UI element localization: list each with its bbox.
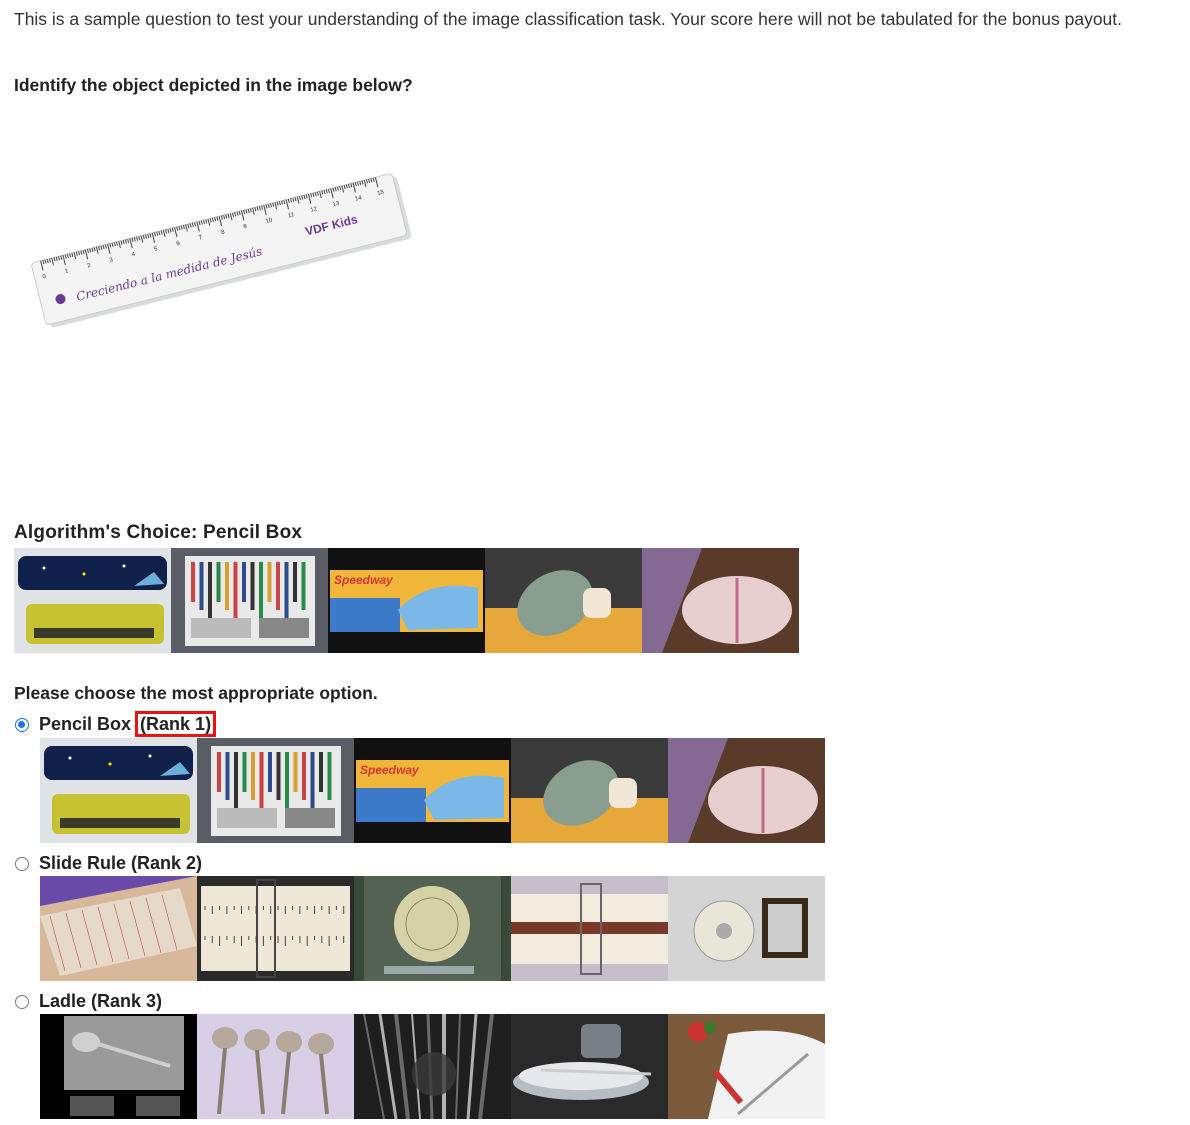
choose-option-prompt: Please choose the most appropriate optio… [14,683,378,703]
main-image-ruler: 0 1 2 3 4 5 6 7 8 9 10 11 12 13 14 15 Creciendo a la me… [14,118,414,418]
thumbnail-silver-ladles [197,1014,354,1119]
thumbnail-circular-slide-rule [354,876,511,981]
thumbnail-plates-ladle [511,1014,668,1119]
option-ladle[interactable]: Ladle (Rank 3) [14,991,162,1012]
question-text: Identify the object depicted in the imag… [14,75,413,95]
thumbnail-pencil-box-tins [40,738,197,843]
thumbnail-circular-rule-plaque [668,876,825,981]
thumbnail-ladle-on-towel [668,1014,825,1119]
thumbnail-pencil-case-open [197,738,354,843]
algorithm-choice-label: Algorithm's Choice: Pencil Box [14,522,303,543]
option-slide-rule[interactable]: Slide Rule (Rank 2) [14,853,202,874]
thumbnail-pencil-case-open [171,548,328,653]
thumbnail-pencil-box-tins [14,548,171,653]
thumbnail-fabric-pencil-pouch [668,738,825,843]
slide-rule-thumbnail-strip [40,876,825,981]
thumbnail-fabric-pencil-pouch [642,548,799,653]
option-pencil-box[interactable]: Pencil Box (Rank 1) [14,711,217,737]
thumbnail-zipper-pencil-pouch [511,738,668,843]
radio-slide-rule[interactable] [15,856,29,871]
svg-text:Speedway: Speedway [334,573,394,587]
thumbnail-kitchen-utensils [354,1014,511,1119]
thumbnail-speedway-pencil-box: Speedway [328,548,485,653]
option-name: Pencil Box [39,714,132,734]
radio-pencil-box[interactable] [15,717,29,732]
pencil-box-thumbnail-strip: Speedway [40,738,825,843]
thumbnail-zipper-pencil-pouch [485,548,642,653]
thumbnail-speedway-pencil-box: Speedway [354,738,511,843]
svg-text:Speedway: Speedway [360,763,420,777]
thumbnail-slide-rule-wood [511,876,668,981]
thumbnail-ladle-on-grey [40,1014,197,1119]
intro-text: This is a sample question to test your u… [14,9,1123,29]
ladle-thumbnail-strip [40,1014,825,1119]
option-label: Slide Rule (Rank 2) [39,853,203,873]
algorithm-thumbnail-strip: Speedway [14,548,799,653]
option-label: Ladle (Rank 3) [39,991,163,1011]
thumbnail-slide-rule-closeup [197,876,354,981]
radio-ladle[interactable] [15,994,29,1009]
option-label: Pencil Box (Rank 1) [39,711,217,737]
rank-highlight-box: (Rank 1) [135,711,217,737]
thumbnail-clear-slide-rule [40,876,197,981]
